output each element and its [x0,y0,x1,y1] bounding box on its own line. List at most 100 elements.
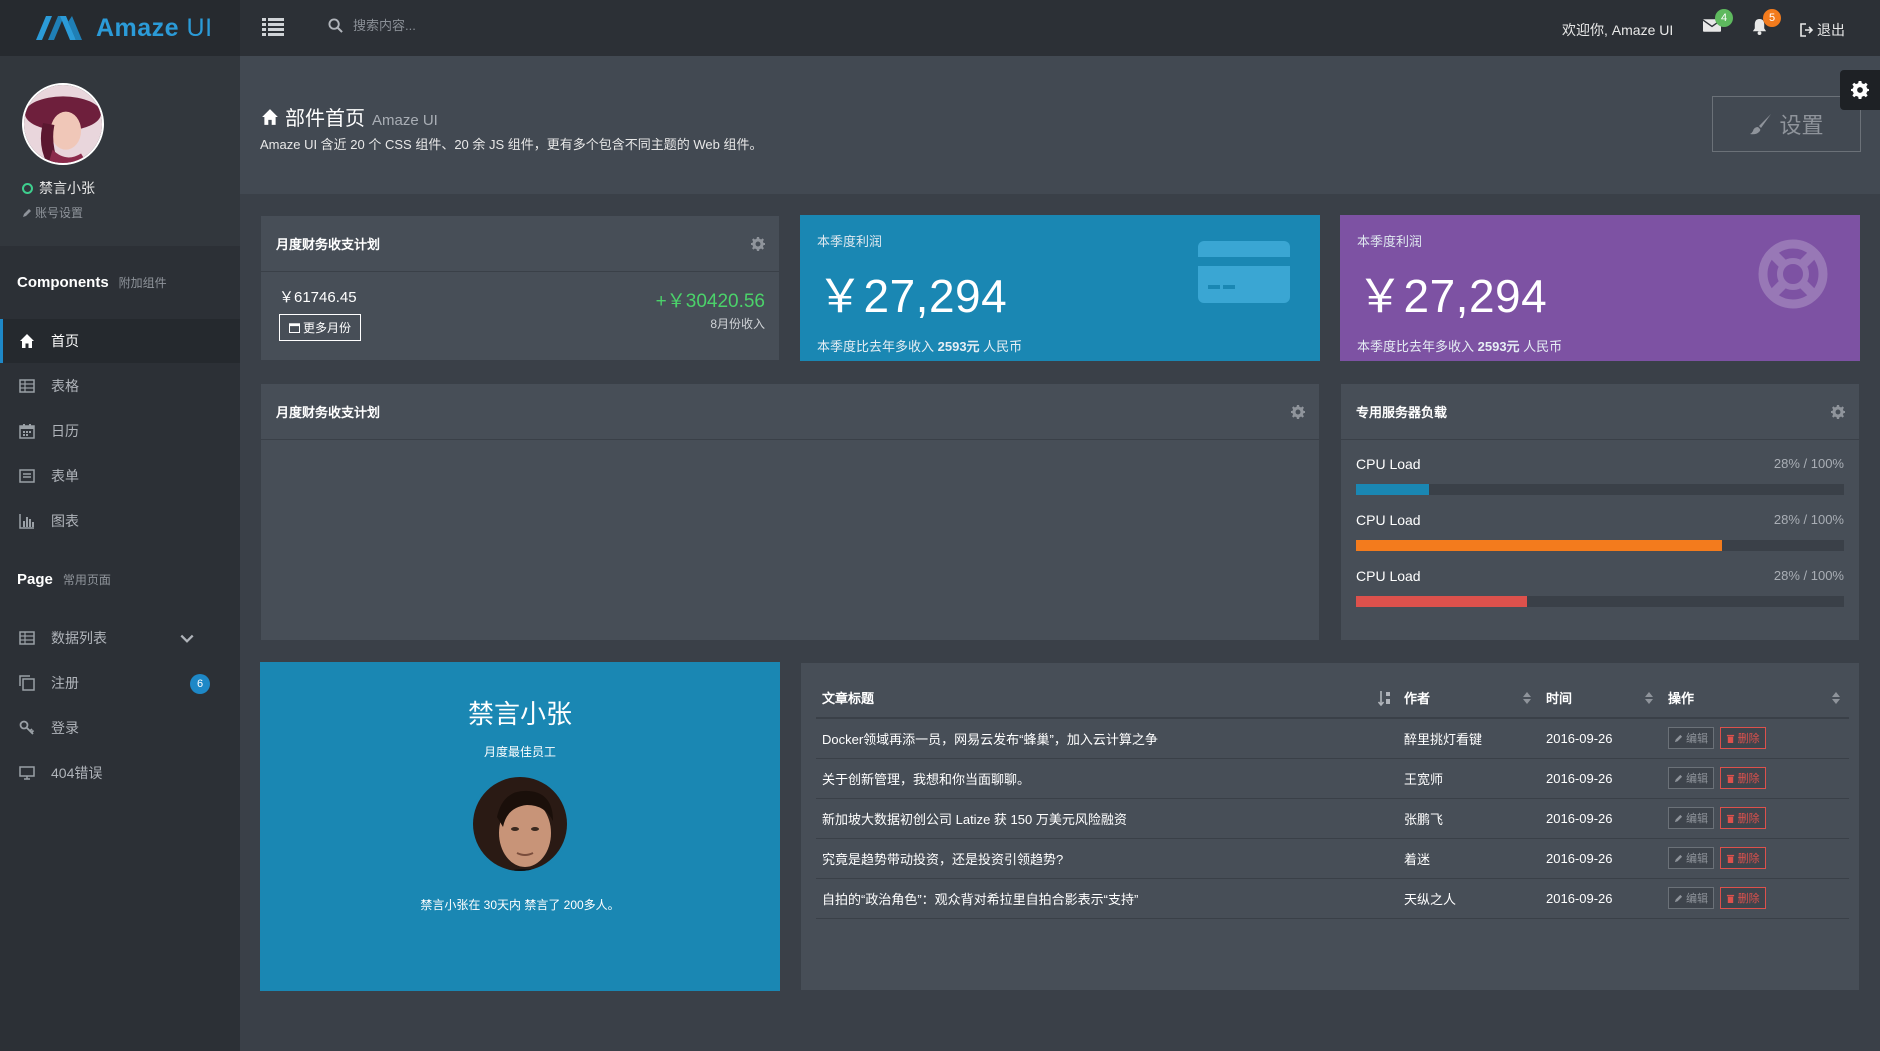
sidebar-item-login[interactable]: 登录 [0,706,240,750]
delete-button[interactable]: 删除 [1719,807,1766,829]
table-icon [19,631,35,645]
article-date: 2016-09-26 [1540,798,1662,839]
sidebar-item-form[interactable]: 表单 [0,454,240,498]
page-header: 部件首页 Amaze UI Amaze UI 含近 20 个 CSS 组件、20… [240,56,1880,194]
employee-note: 禁言小张在 30天内 禁言了 200多人。 [420,898,620,912]
profit-card-blue: 本季度利润 ￥27,294 本季度比去年多收入 2593元 人民币 [800,215,1320,361]
more-months-button[interactable]: 更多月份 [279,314,362,341]
server-card-title: 专用服务器负载 [1341,384,1859,440]
delete-button[interactable]: 删除 [1719,767,1766,789]
finance-chart-card: 月度财务收支计划 [260,383,1320,641]
avatar[interactable] [22,83,104,165]
cpu-progress-bar [1356,484,1844,495]
sort-icon[interactable] [1644,692,1654,704]
chart-area [261,440,1319,640]
sort-icon[interactable] [1522,692,1532,704]
article-title[interactable]: 关于创新管理，我想和你当面聊聊。 [816,758,1398,799]
edit-button[interactable]: 编辑 [1668,807,1714,829]
brand[interactable]: Amaze UI [0,0,240,56]
form-icon [19,469,35,483]
notifications-button[interactable]: 5 [1751,9,1781,36]
search-input[interactable] [353,18,553,33]
gear-icon[interactable] [751,237,765,251]
settings-button[interactable]: 设置 [1712,96,1861,152]
article-title[interactable]: 自拍的“政治角色”：观众背对希拉里自拍合影表示“支持” [816,878,1398,919]
copy-icon [19,675,35,691]
home-icon [20,334,34,348]
cpu-progress-bar [1356,540,1844,551]
article-author: 着迷 [1398,838,1540,879]
search-box [328,18,568,33]
edit-button[interactable]: 编辑 [1668,847,1714,869]
articles-card: 文章标题 作者 时间 操作 Docker领域再添一员，网易云发布“蜂巢”，加入云… [800,662,1860,991]
register-badge: 6 [190,674,210,694]
article-title[interactable]: 新加坡大数据初创公司 Latize 获 150 万美元风险融资 [816,798,1398,839]
logout-link[interactable]: 退出 [1800,20,1845,40]
account-settings-link[interactable]: 账号设置 [22,204,83,221]
cpu-progress-fill [1356,596,1527,607]
top-bar: Amaze UI 欢迎你, Amaze UI 4 5 退出 [0,0,1880,56]
article-date: 2016-09-26 [1540,838,1662,879]
article-author: 王宽师 [1398,758,1540,799]
edit-button[interactable]: 编辑 [1668,767,1714,789]
life-ring-icon [1758,239,1828,309]
gear-icon[interactable] [1831,405,1845,419]
notifications-badge: 5 [1763,9,1781,27]
delete-button[interactable]: 删除 [1719,887,1766,909]
chart-card-title: 月度财务收支计划 [261,384,1319,440]
employee-name: 禁言小张 [467,699,572,729]
delete-button[interactable]: 删除 [1719,727,1766,750]
sidebar-item-data-list[interactable]: 数据列表 [0,616,240,660]
menu-toggle-icon[interactable] [262,17,284,37]
finance-income-label: 8月份收入 [710,317,765,331]
sidebar-item-chart[interactable]: 图表 [0,499,240,543]
theme-settings-toggle[interactable] [1840,70,1880,110]
employee-avatar[interactable] [470,774,570,874]
table-row: 究竟是趋势带动投资，还是投资引领趋势? 着迷 2016-09-26 编辑 删除 [816,838,1849,879]
cpu-load-row: CPU Load 28% / 100% [1356,568,1844,607]
trash-icon [1726,774,1734,783]
sidebar-item-calendar[interactable]: 日历 [0,409,240,453]
sidebar-item-404[interactable]: 404错误 [0,751,240,795]
cpu-progress-bar [1356,596,1844,607]
column-header-title[interactable]: 文章标题 [816,678,1398,719]
cpu-progress-fill [1356,484,1430,495]
user-status: 禁言小张 [22,178,95,198]
article-date: 2016-09-26 [1540,718,1662,759]
table-row: Docker领域再添一员，网易云发布“蜂巢”，加入云计算之争 醉里挑灯看键 20… [816,718,1849,759]
gear-icon [1851,81,1869,99]
trash-icon [1726,894,1734,903]
profit-note: 本季度比去年多收入 2593元 人民币 [1357,339,1563,354]
edit-button[interactable]: 编辑 [1668,727,1714,750]
column-header-author[interactable]: 作者 [1398,678,1540,719]
page-title: 部件首页 Amaze UI [260,102,438,131]
delete-button[interactable]: 删除 [1719,847,1766,869]
sort-alpha-icon[interactable] [1378,690,1392,706]
column-header-date[interactable]: 时间 [1540,678,1662,719]
article-author: 天纵之人 [1398,878,1540,919]
pencil-icon [1674,894,1683,902]
article-author: 醉里挑灯看键 [1398,718,1540,759]
finance-card: 月度财务收支计划 ￥61746.45 更多月份 +￥30420.56 8月份收入 [260,215,780,361]
employee-card: 禁言小张 月度最佳员工 禁言小张在 30天内 禁言了 200多人。 [260,662,780,991]
sort-icon[interactable] [1831,692,1841,704]
finance-card-title: 月度财务收支计划 [261,216,779,272]
column-header-actions[interactable]: 操作 [1662,678,1849,719]
gear-icon[interactable] [1291,405,1305,419]
trash-icon [1726,734,1734,743]
edit-button[interactable]: 编辑 [1668,887,1714,909]
article-title[interactable]: Docker领域再添一员，网易云发布“蜂巢”，加入云计算之争 [816,718,1398,759]
cpu-load-row: CPU Load 28% / 100% [1356,456,1844,495]
messages-button[interactable]: 4 [1702,9,1733,36]
credit-card-icon [1198,241,1290,303]
brand-name: Amaze UI [96,13,213,42]
profit-card-purple: 本季度利润 ￥27,294 本季度比去年多收入 2593元 人民币 [1340,215,1860,361]
sidebar-item-table[interactable]: 表格 [0,364,240,408]
username: 禁言小张 [39,180,95,196]
article-author: 张鹏飞 [1398,798,1540,839]
article-title[interactable]: 究竟是趋势带动投资，还是投资引领趋势? [816,838,1398,879]
page-description: Amaze UI 含近 20 个 CSS 组件、20 余 JS 组件，更有多个包… [260,137,763,152]
sidebar-item-home[interactable]: 首页 [0,319,240,363]
chevron-down-icon[interactable] [179,631,195,647]
sidebar-item-register[interactable]: 注册 6 [0,661,240,705]
